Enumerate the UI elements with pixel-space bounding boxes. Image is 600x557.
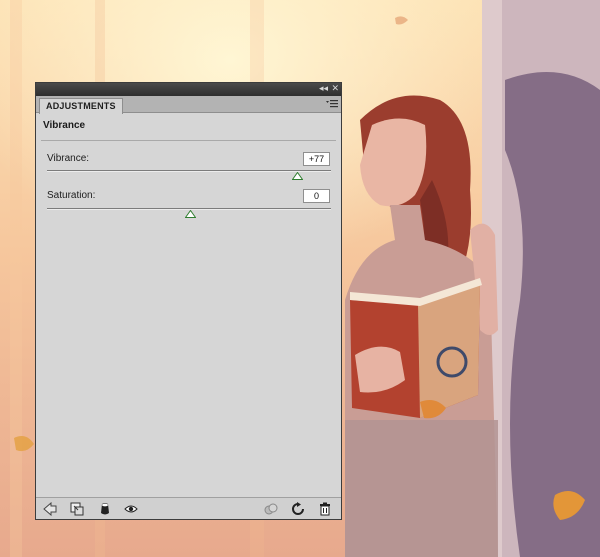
- return-arrow-icon[interactable]: [43, 502, 57, 516]
- collapse-panel-icon[interactable]: ◂◂: [319, 84, 328, 95]
- saturation-slider-thumb[interactable]: [185, 210, 196, 218]
- divider: [41, 140, 336, 141]
- panel-titlebar[interactable]: ◂◂ ✕: [36, 83, 341, 96]
- eye-icon[interactable]: [124, 502, 138, 516]
- previous-state-icon[interactable]: [264, 502, 278, 516]
- panel-menu-icon[interactable]: [326, 99, 338, 109]
- panel-bottom-toolbar: [36, 497, 341, 519]
- clip-to-layer-icon[interactable]: [70, 502, 84, 516]
- trash-icon[interactable]: [318, 502, 332, 516]
- vibrance-slider-track[interactable]: [47, 170, 331, 172]
- adjustment-title: Vibrance: [43, 120, 86, 131]
- vibrance-value-field[interactable]: +77: [303, 152, 330, 166]
- tab-bar: ADJUSTMENTS: [36, 96, 341, 114]
- layer-visibility-toggle-icon[interactable]: [98, 502, 112, 516]
- close-panel-icon[interactable]: ✕: [331, 84, 339, 95]
- vibrance-slider-thumb[interactable]: [292, 172, 303, 180]
- adjustments-panel: ◂◂ ✕ ADJUSTMENTS Vibrance Vibrance: +77 …: [35, 82, 342, 520]
- vibrance-label: Vibrance:: [47, 153, 90, 164]
- reset-icon[interactable]: [291, 502, 305, 516]
- saturation-value-field[interactable]: 0: [303, 189, 330, 203]
- saturation-label: Saturation:: [47, 190, 96, 201]
- tab-adjustments[interactable]: ADJUSTMENTS: [39, 98, 123, 114]
